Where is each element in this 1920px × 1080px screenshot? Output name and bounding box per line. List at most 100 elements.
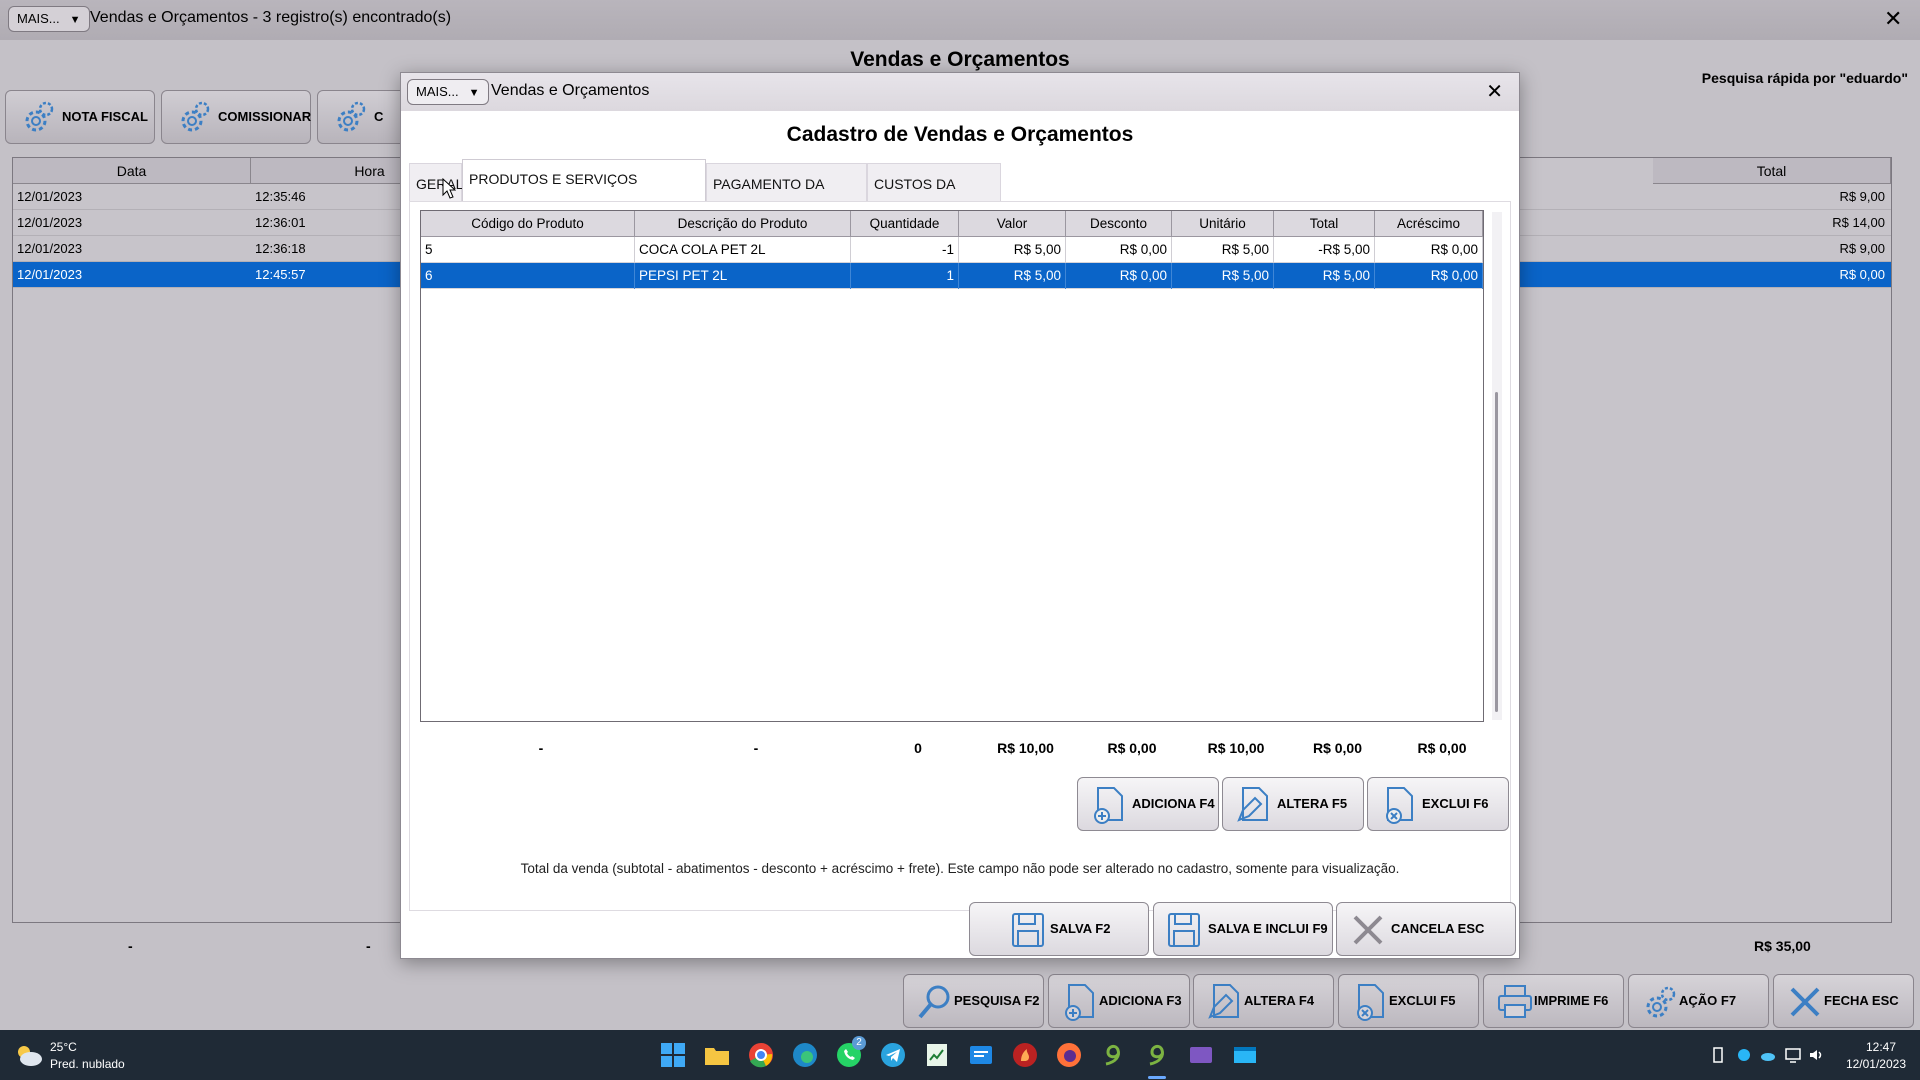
button-label: ADICIONA F4 [1132,796,1215,811]
cell-desconto: R$ 0,00 [1066,237,1172,263]
column-header-acrescimo[interactable]: Acréscimo [1375,211,1483,237]
chevron-down-icon: ▼ [69,14,81,26]
cell-data: 12/01/2023 [17,241,83,256]
cell-total: R$ 9,00 [1839,189,1885,204]
cell-hora: 12:35:46 [255,189,306,204]
total-descricao: - [753,740,759,756]
firefox-icon[interactable] [1056,1042,1082,1068]
button-label: IMPRIME F6 [1534,993,1609,1008]
altera-button[interactable]: ALTERA F4 [1193,974,1334,1028]
button-label: FECHA ESC [1824,993,1899,1008]
chrome-icon[interactable] [748,1042,774,1068]
salva-e-inclui-button[interactable]: SALVA E INCLUI F9 [1153,902,1333,956]
exclui-button[interactable]: EXCLUI F5 [1338,974,1479,1028]
cell-quantidade: 1 [851,263,959,289]
network-icon[interactable] [1784,1047,1802,1063]
cell-desconto: R$ 0,00 [1066,263,1172,289]
button-label: ALTERA F4 [1244,993,1315,1008]
cloud-weather-icon[interactable] [14,1042,44,1068]
column-header-quantidade[interactable]: Quantidade [851,211,959,237]
gear-icon [337,101,366,132]
comissionar-button[interactable]: COMISSIONAR [161,90,311,144]
column-header-total[interactable]: Total [1274,211,1375,237]
main-mais-button[interactable]: MAIS... ▼ [8,6,90,32]
usb-icon[interactable] [1712,1047,1724,1063]
windows-start-icon[interactable] [660,1042,686,1068]
close-icon[interactable]: ✕ [1884,6,1902,32]
column-header-total[interactable]: Total [1653,158,1891,184]
dialog-titlebar: MAIS... ▼ Vendas e Orçamentos ✕ [401,73,1519,111]
file-explorer-icon[interactable] [704,1042,730,1068]
clock-date[interactable]: 12/01/2023 [1846,1057,1906,1071]
tab-custos[interactable]: CUSTOS DA VENDA [867,163,1001,232]
column-header-valor[interactable]: Valor [959,211,1066,237]
network-app-icon[interactable] [1736,1047,1752,1063]
clock-time[interactable]: 12:47 [1866,1040,1896,1054]
cell-unitario: R$ 5,00 [1172,237,1274,263]
erp-app-active-icon[interactable] [1144,1042,1170,1068]
fecha-button[interactable]: FECHA ESC [1773,974,1914,1028]
button-label: ALTERA F5 [1277,796,1348,811]
cloud-sync-icon[interactable] [1760,1047,1776,1063]
altera-item-button[interactable]: ALTERA F5 [1222,777,1364,831]
adiciona-button[interactable]: ADICIONA F3 [1048,974,1190,1028]
total-valor: R$ 10,00 [997,740,1054,756]
column-header-unitario[interactable]: Unitário [1172,211,1274,237]
table-row-selected[interactable]: 6 PEPSI PET 2L 1 R$ 5,00 R$ 0,00 R$ 5,00… [421,263,1483,289]
app-icon[interactable] [1012,1042,1038,1068]
total-desconto: R$ 0,00 [1107,740,1157,756]
quick-search-label: Pesquisa rápida por "eduardo" [1701,70,1908,86]
cell-codigo: 5 [421,237,635,263]
speaker-icon[interactable] [1808,1047,1824,1063]
weather-temperature[interactable]: 25°C [50,1040,77,1054]
scrollbar-thumb[interactable] [1495,392,1498,712]
cell-descricao: PEPSI PET 2L [635,263,851,289]
save-icon [1012,913,1044,947]
vertical-scrollbar[interactable] [1492,212,1502,720]
cell-total: R$ 0,00 [1839,267,1885,282]
tab-produtos-servicos[interactable]: PRODUTOS E SERVIÇOS VENDIDOS [462,159,706,225]
cancela-button[interactable]: CANCELA ESC [1336,902,1516,956]
footer-hora: - [366,938,371,954]
tab-pagamento[interactable]: PAGAMENTO DA VENDA [706,163,867,232]
table-row[interactable]: 5 COCA COLA PET 2L -1 R$ 5,00 R$ 0,00 R$… [421,237,1483,263]
column-header-codigo[interactable]: Código do Produto [421,211,635,237]
whatsapp-taskbar-item[interactable]: 2 [836,1036,866,1068]
cell-total: R$ 5,00 [1274,263,1375,289]
erp-app-icon[interactable] [1100,1042,1126,1068]
chevron-down-icon: ▼ [468,87,480,99]
window-app-icon[interactable] [1232,1042,1258,1068]
cell-codigo: 6 [421,263,635,289]
email-app-icon[interactable] [968,1042,994,1068]
video-app-icon[interactable] [1188,1042,1214,1068]
salva-button[interactable]: SALVA F2 [969,902,1149,956]
gear-icon [1646,986,1676,1018]
spreadsheet-icon[interactable] [924,1042,950,1068]
mais-label: MAIS... [17,11,60,26]
footer-total: R$ 35,00 [1754,938,1811,954]
total-total: R$ 0,00 [1312,740,1363,756]
third-action-button[interactable]: C [317,90,407,144]
mouse-cursor-icon [442,178,456,199]
telegram-icon[interactable] [880,1042,906,1068]
pesquisa-button[interactable]: PESQUISA F2 [903,974,1044,1028]
imprime-button[interactable]: IMPRIME F6 [1483,974,1624,1028]
edge-icon[interactable] [792,1042,818,1068]
weather-description[interactable]: Pred. nublado [50,1057,125,1071]
nota-fiscal-button[interactable]: NOTA FISCAL [5,90,155,144]
adiciona-item-button[interactable]: ADICIONA F4 [1077,777,1219,831]
cell-acrescimo: R$ 0,00 [1375,237,1483,263]
column-header-data[interactable]: Data [13,158,251,184]
column-header-descricao[interactable]: Descrição do Produto [635,211,851,237]
save-icon [1168,913,1200,947]
gear-icon [25,101,54,132]
search-icon [918,985,950,1019]
acao-button[interactable]: AÇÃO F7 [1628,974,1769,1028]
exclui-item-button[interactable]: EXCLUI F6 [1367,777,1509,831]
close-icon[interactable]: ✕ [1486,79,1503,104]
cell-total: R$ 14,00 [1832,215,1885,230]
button-label: CANCELA ESC [1391,921,1485,936]
dialog-mais-button[interactable]: MAIS... ▼ [407,79,489,105]
products-grid[interactable]: Código do Produto Descrição do Produto Q… [420,210,1484,722]
column-header-desconto[interactable]: Desconto [1066,211,1172,237]
